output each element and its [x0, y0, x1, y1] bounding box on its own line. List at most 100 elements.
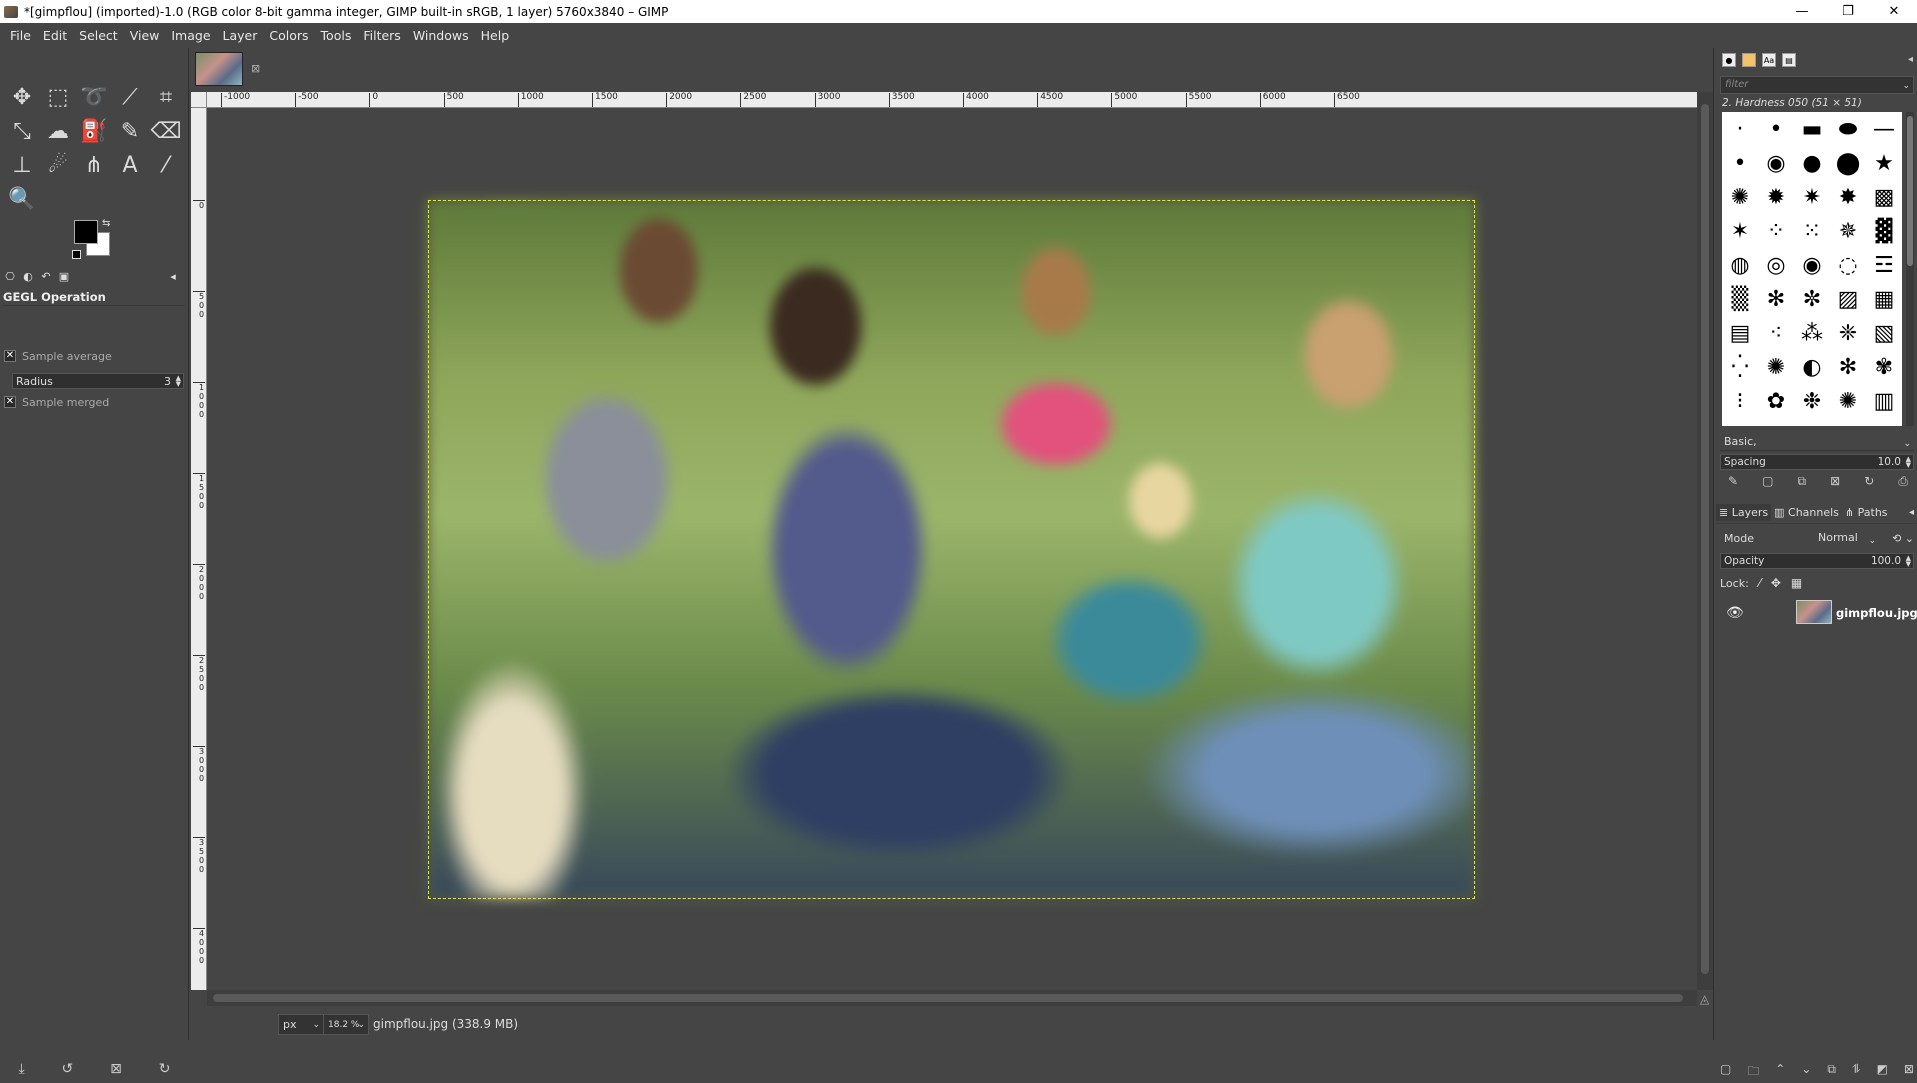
brush-preview[interactable]: ◉ — [1794, 248, 1830, 282]
brush-scroll-thumb[interactable] — [1907, 116, 1913, 266]
fuzzy-select-tool-icon[interactable]: ⟋ — [112, 80, 148, 114]
brush-preview[interactable]: ✾ — [1866, 350, 1902, 384]
brush-preview[interactable]: ▒ — [1722, 282, 1758, 316]
maximize-button[interactable]: ❐ — [1825, 0, 1871, 23]
unit-selector[interactable]: px ⌄ — [278, 1014, 324, 1035]
free-select-tool-icon[interactable]: ➰ — [76, 80, 112, 114]
brush-preview[interactable]: ◎ — [1758, 248, 1794, 282]
refresh-brushes-icon[interactable]: ↻ — [1864, 474, 1874, 489]
lock-pixels-icon[interactable]: ⁄ — [1759, 576, 1761, 590]
brush-preview[interactable]: ▬ — [1794, 112, 1830, 146]
brush-preview[interactable]: ✿ — [1758, 384, 1794, 418]
brushes-tab-icon[interactable]: ● — [1722, 53, 1736, 67]
chevron-down-icon[interactable]: ⌄ — [1903, 435, 1911, 453]
brush-preview[interactable]: ⁝ — [1722, 384, 1758, 418]
new-brush-icon[interactable]: ▢ — [1762, 474, 1773, 489]
merge-layer-icon[interactable]: ⥮ — [1852, 1062, 1861, 1083]
brush-preview[interactable]: ▥ — [1866, 384, 1902, 418]
configure-tab-icon[interactable]: ◂ — [1909, 507, 1914, 518]
spin-arrows-icon[interactable]: ▲ ▼ — [176, 375, 181, 388]
brush-preview[interactable]: ● — [1794, 146, 1830, 180]
sample-merged-checkbox[interactable]: ✕ — [4, 396, 16, 408]
duplicate-layer-icon[interactable]: ⧉ — [1827, 1062, 1836, 1083]
image-tab-thumbnail[interactable] — [195, 52, 243, 86]
brush-preview[interactable]: ✺ — [1722, 180, 1758, 214]
zoom-tool-icon[interactable]: 🔍 — [4, 182, 40, 216]
menu-select[interactable]: Select — [73, 28, 124, 43]
horizontal-scrollbar[interactable] — [207, 990, 1697, 1006]
brush-preview[interactable]: • — [1722, 146, 1758, 180]
crop-tool-icon[interactable]: ⌗ — [148, 80, 184, 114]
close-window-button[interactable]: ✕ — [1871, 0, 1917, 23]
brush-preview[interactable]: ⁂ — [1794, 316, 1830, 350]
sample-average-option[interactable]: ✕ Sample average — [4, 348, 112, 364]
menu-view[interactable]: View — [124, 28, 166, 43]
brush-preview[interactable]: ✻ — [1758, 282, 1794, 316]
visibility-eye-icon[interactable]: 👁 — [1726, 605, 1744, 621]
brush-preview[interactable]: ✻ — [1830, 350, 1866, 384]
color-picker-tool-icon[interactable]: ⁄ — [148, 148, 184, 182]
configure-tab-icon[interactable]: ◂ — [165, 269, 181, 283]
clone-tool-icon[interactable]: ⊥ — [4, 148, 40, 182]
menu-filters[interactable]: Filters — [357, 28, 406, 43]
eraser-tool-icon[interactable]: ⌫ — [148, 114, 184, 148]
brush-preview[interactable]: ⁖ — [1758, 316, 1794, 350]
brush-preview[interactable]: — — [1866, 112, 1902, 146]
rect-select-tool-icon[interactable]: ⬚ — [40, 80, 76, 114]
brush-scrollbar[interactable] — [1906, 112, 1914, 426]
brush-preview[interactable]: ✹ — [1758, 180, 1794, 214]
transform-tool-icon[interactable]: ⤡ — [4, 114, 40, 148]
brush-tag-selector[interactable]: Basic, ⌄ — [1720, 433, 1914, 451]
brush-preview[interactable]: ◐ — [1794, 350, 1830, 384]
tab-paths[interactable]: ⋔ Paths — [1842, 504, 1891, 521]
brush-preview[interactable]: ✵ — [1830, 214, 1866, 248]
swap-colors-icon[interactable]: ⇆ — [102, 218, 110, 229]
radius-spinbox[interactable]: Radius 3 ▲ ▼ — [12, 373, 184, 389]
tool-options-tab-icon[interactable]: ⎔ — [2, 269, 18, 283]
switch-mode-icon[interactable]: ⟲ ⌄ — [1892, 532, 1914, 545]
menu-help[interactable]: Help — [475, 28, 516, 43]
smudge-tool-icon[interactable]: ☄ — [40, 148, 76, 182]
layer-name[interactable]: gimpflou.jpg — [1836, 606, 1917, 620]
brush-preview[interactable]: ✶ — [1722, 214, 1758, 248]
brush-preview[interactable]: ⬤ — [1830, 146, 1866, 180]
lock-position-icon[interactable]: ✥ — [1771, 576, 1781, 590]
text-tool-icon[interactable]: A — [112, 148, 148, 182]
brush-preview[interactable]: ⬬ — [1830, 112, 1866, 146]
brush-preview[interactable]: ▧ — [1866, 316, 1902, 350]
brush-preview[interactable]: ◍ — [1722, 248, 1758, 282]
menu-edit[interactable]: Edit — [37, 28, 73, 43]
vertical-scrollbar[interactable] — [1697, 92, 1713, 990]
brush-preview[interactable]: ⁛ — [1722, 350, 1758, 384]
menu-file[interactable]: File — [4, 28, 37, 43]
bucket-fill-tool-icon[interactable]: ⛽ — [76, 114, 112, 148]
brush-preview[interactable]: ◌ — [1830, 248, 1866, 282]
restore-options-icon[interactable]: ↺ — [62, 1061, 74, 1077]
configure-tab-icon[interactable]: ◂ — [1908, 54, 1913, 65]
document-history-tab-icon[interactable]: ▤ — [1782, 53, 1796, 67]
brush-preview[interactable]: ✸ — [1830, 180, 1866, 214]
raise-layer-icon[interactable]: ⌃ — [1775, 1062, 1785, 1083]
brush-preview[interactable]: ☲ — [1866, 248, 1902, 282]
undo-history-tab-icon[interactable]: ↶ — [38, 269, 54, 283]
horizontal-scroll-thumb[interactable] — [213, 994, 1683, 1002]
spin-arrows-icon[interactable]: ▲ ▼ — [1906, 456, 1911, 469]
paths-tool-icon[interactable]: ⋔ — [76, 148, 112, 182]
brush-preview[interactable]: • — [1758, 112, 1794, 146]
open-brush-as-image-icon[interactable]: ⎙ — [1898, 474, 1908, 489]
chevron-down-icon[interactable]: ⌄ — [1902, 78, 1910, 94]
brush-preview[interactable]: ⁙ — [1794, 214, 1830, 248]
menu-colors[interactable]: Colors — [263, 28, 314, 43]
tab-layers[interactable]: ≣ Layers — [1716, 504, 1772, 521]
brush-preview[interactable]: ✺ — [1830, 384, 1866, 418]
spin-arrows-icon[interactable]: ▲ ▼ — [1906, 555, 1911, 568]
brush-preview[interactable]: ❉ — [1794, 384, 1830, 418]
close-tab-icon[interactable]: ⊠ — [251, 62, 260, 75]
delete-brush-icon[interactable]: ⊠ — [1830, 474, 1840, 489]
minimize-button[interactable]: — — [1779, 0, 1825, 23]
layer-row[interactable]: 👁 gimpflou.jpg — [1720, 596, 1917, 630]
patterns-tab-icon[interactable] — [1742, 53, 1756, 67]
brush-preview[interactable]: ❈ — [1830, 316, 1866, 350]
images-tab-icon[interactable]: ▣ — [56, 269, 72, 283]
brush-preview[interactable]: ▤ — [1722, 316, 1758, 350]
